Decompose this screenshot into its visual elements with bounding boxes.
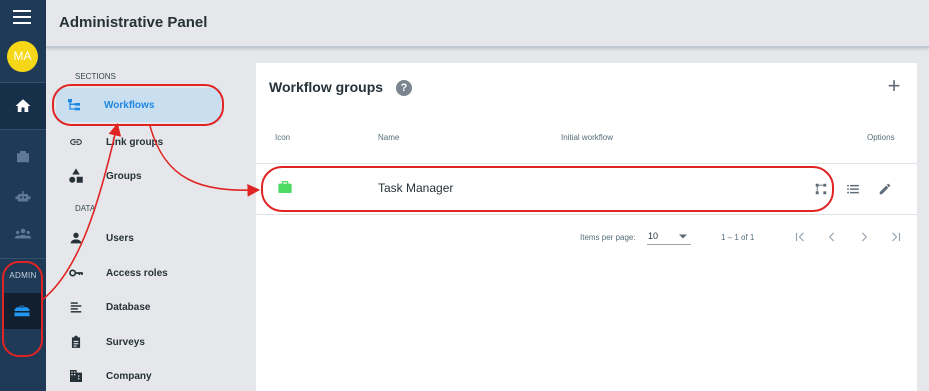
caret-down-icon [679,234,687,239]
sidebar-item-label: Users [106,232,134,244]
column-header-icon[interactable]: Icon [275,133,290,142]
sidebar-item-label: Access roles [106,267,168,279]
sidebar-item-link-groups[interactable]: Link groups [58,125,268,159]
chevron-right-icon [861,232,868,242]
items-per-page-select[interactable]: 10 [647,229,691,245]
sidebar-item-access-roles[interactable]: Access roles [58,256,268,290]
admin-sidebar: SECTIONS Workflows Link groups Groups DA… [46,51,256,391]
next-page-button[interactable] [854,227,874,247]
items-per-page-label: Items per page: [580,233,636,242]
list-icon [58,300,94,314]
team-button[interactable] [0,211,46,257]
page-title: Administrative Panel [59,14,208,31]
rail-divider [0,129,46,130]
rail-divider [0,258,46,259]
add-button[interactable]: + [884,75,904,97]
sidebar-item-workflows[interactable]: Workflows [56,88,221,122]
home-button[interactable] [0,83,46,129]
workflow-groups-card: Workflow groups ? + Icon Name Initial wo… [256,63,917,391]
items-per-page-value: 10 [648,231,659,241]
clipboard-icon [58,334,94,350]
sidebar-item-label: Database [106,301,151,313]
data-label: DATA [75,204,96,213]
column-header-initial-workflow[interactable]: Initial workflow [561,133,613,142]
sidebar-item-database[interactable]: Database [58,290,268,324]
page-header: Administrative Panel [46,0,929,48]
briefcase-icon [17,151,29,163]
first-page-button[interactable] [790,227,810,247]
shapes-icon [58,167,94,185]
key-icon [58,265,94,281]
previous-page-button[interactable] [822,227,842,247]
list-options-icon[interactable] [846,182,860,196]
sections-label: SECTIONS [75,72,116,81]
building-icon [58,368,94,384]
header-divider [256,163,917,164]
chevron-left-icon [828,232,835,242]
row-name: Task Manager [378,181,454,195]
page-range: 1 – 1 of 1 [721,233,755,242]
column-header-options: Options [867,133,895,142]
last-page-button[interactable] [886,227,906,247]
link-icon [58,135,94,149]
sidebar-item-label: Workflows [104,99,155,111]
team-icon [14,228,32,239]
first-page-icon [795,232,804,242]
admin-label: ADMIN [9,271,37,280]
help-icon[interactable]: ? [396,80,412,96]
sidebar-item-label: Surveys [106,336,145,348]
edit-pencil-icon[interactable] [878,182,892,196]
column-header-name[interactable]: Name [378,133,399,142]
home-icon [15,99,31,112]
sidebar-item-users[interactable]: Users [58,221,268,255]
workflow-tree-icon [56,97,92,113]
sidebar-item-label: Link groups [106,136,164,148]
robot-icon [15,191,31,202]
sidebar-item-label: Company [106,370,152,382]
briefcase-icon [278,181,292,193]
sidebar-item-label: Groups [106,170,142,182]
workflow-graph-icon[interactable] [814,182,828,196]
person-icon [58,230,94,246]
hamburger-menu-icon[interactable] [13,10,31,24]
last-page-icon [892,232,901,242]
admin-toolbox-button[interactable] [2,293,42,329]
sidebar-item-company[interactable]: Company [58,359,268,391]
sidebar-item-groups[interactable]: Groups [58,159,268,193]
nav-rail: MA ADMIN [0,0,46,391]
avatar[interactable]: MA [7,41,38,72]
row-divider [256,214,917,215]
card-title: Workflow groups [269,79,384,95]
sidebar-item-surveys[interactable]: Surveys [58,325,268,359]
toolbox-icon [14,305,30,317]
